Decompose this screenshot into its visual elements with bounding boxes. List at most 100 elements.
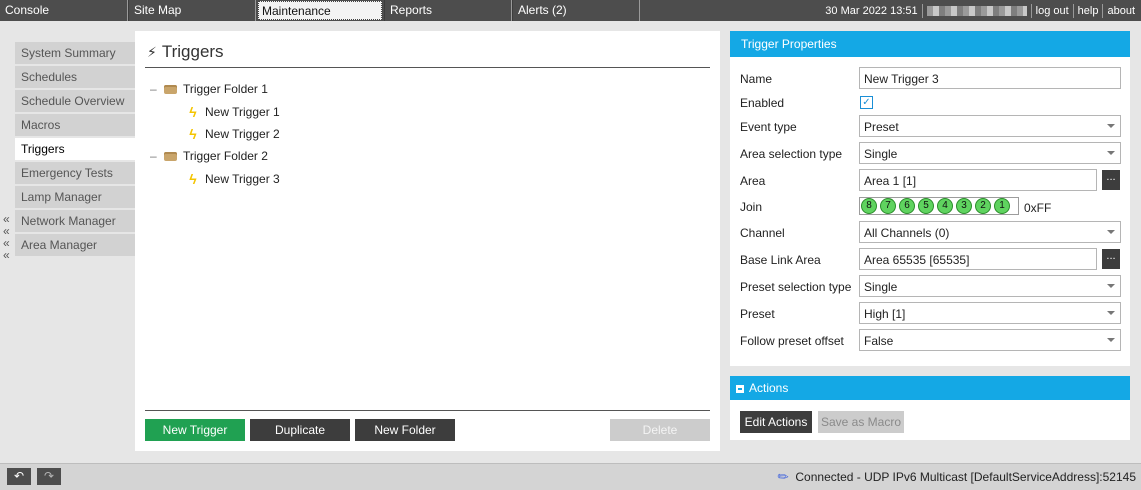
lightning-icon: ⚡︎ [147, 44, 157, 60]
chevron-down-icon [1107, 338, 1115, 342]
tree-trigger-item[interactable]: ϟ New Trigger 3 [187, 171, 279, 187]
actions-header[interactable]: Actions [730, 376, 1130, 400]
join-bit-toggle[interactable]: 2 [975, 198, 991, 214]
connection-status: ✎ Connected - UDP IPv6 Multicast [Defaul… [775, 467, 1136, 486]
chevron-down-icon [1107, 230, 1115, 234]
sidebar-item-triggers[interactable]: Triggers [15, 138, 135, 160]
tree-trigger-item[interactable]: ϟ New Trigger 1 [187, 104, 280, 120]
sidebar-item-network-manager[interactable]: Network Manager [15, 210, 135, 232]
sidebar-item-lamp-manager[interactable]: Lamp Manager [15, 186, 135, 208]
base-link-area-browse-button[interactable]: ... [1102, 249, 1120, 269]
datetime-display: 30 Mar 2022 13:51 [825, 4, 918, 17]
logout-link[interactable]: log out [1036, 5, 1069, 17]
trigger-label: New Trigger 2 [205, 127, 280, 141]
collapse-toggle-icon[interactable]: – [150, 82, 164, 96]
lightning-icon: ϟ [189, 126, 197, 142]
preset-select[interactable]: High [1] [859, 302, 1121, 324]
area-selection-type-value: Single [864, 147, 898, 161]
tree-folder[interactable]: – Trigger Folder 2 [150, 149, 268, 163]
join-bitmask: 8 7 6 5 4 3 2 1 [859, 197, 1019, 215]
enabled-label: Enabled [740, 96, 785, 110]
separator [1030, 3, 1032, 18]
tree-folder[interactable]: – Trigger Folder 1 [150, 82, 268, 96]
base-link-area-label: Base Link Area [740, 253, 821, 267]
tab-site-map[interactable]: Site Map [128, 0, 256, 21]
join-bit-toggle[interactable]: 6 [899, 198, 915, 214]
undo-button[interactable]: ↶ [7, 468, 31, 485]
separator [1102, 3, 1104, 18]
edit-actions-button[interactable]: Edit Actions [740, 411, 812, 433]
join-bit-toggle[interactable]: 8 [861, 198, 877, 214]
sidebar-item-emergency-tests[interactable]: Emergency Tests [15, 162, 135, 184]
follow-preset-offset-label: Follow preset offset [740, 334, 844, 348]
chevron-down-icon [1107, 124, 1115, 128]
chevron-down-icon [1107, 151, 1115, 155]
separator [921, 3, 923, 18]
page-title: ⚡︎ Triggers [147, 42, 224, 62]
top-right-menu: 30 Mar 2022 13:51 log out help about [825, 0, 1141, 21]
area-browse-button[interactable]: ... [1102, 170, 1120, 190]
panel-header: Trigger Properties [730, 31, 1130, 57]
divider [145, 410, 710, 411]
folder-icon [164, 84, 177, 94]
enabled-checkbox[interactable]: ✓ [860, 96, 873, 109]
join-bit-toggle[interactable]: 3 [956, 198, 972, 214]
event-type-select[interactable]: Preset [859, 115, 1121, 137]
area-field[interactable]: Area 1 [1] [859, 169, 1097, 191]
join-label: Join [740, 200, 763, 214]
about-link[interactable]: about [1107, 5, 1135, 17]
preset-selection-type-value: Single [864, 280, 898, 294]
folder-label: Trigger Folder 1 [183, 82, 268, 96]
tab-alerts[interactable]: Alerts (2) [512, 0, 640, 21]
sidebar-item-schedule-overview[interactable]: Schedule Overview [15, 90, 135, 112]
join-bit-toggle[interactable]: 5 [918, 198, 934, 214]
duplicate-button[interactable]: Duplicate [250, 419, 350, 441]
triggers-panel: ⚡︎ Triggers – Trigger Folder 1 ϟ New Trig… [135, 31, 720, 451]
divider [145, 67, 710, 68]
name-field[interactable]: New Trigger 3 [859, 67, 1121, 89]
base-link-area-field[interactable]: Area 65535 [65535] [859, 248, 1097, 270]
join-bit-toggle[interactable]: 4 [937, 198, 953, 214]
collapse-toggle-icon[interactable]: – [150, 149, 164, 163]
collapse-icon [736, 385, 744, 393]
collapse-sidebar-icon[interactable]: « « « « [3, 213, 13, 261]
status-bar: ↶ ↷ ✎ Connected - UDP IPv6 Multicast [De… [0, 463, 1141, 490]
new-trigger-button[interactable]: New Trigger [145, 419, 245, 441]
connection-status-text: Connected - UDP IPv6 Multicast [DefaultS… [795, 470, 1136, 484]
actions-panel: Actions Edit Actions Save as Macro [730, 376, 1130, 440]
page-title-text: Triggers [161, 42, 224, 61]
name-label: Name [740, 72, 773, 86]
tab-console[interactable]: Console [0, 0, 128, 21]
join-bit-toggle[interactable]: 7 [880, 198, 896, 214]
help-link[interactable]: help [1078, 5, 1099, 17]
sidebar-item-area-manager[interactable]: Area Manager [15, 234, 135, 256]
sidebar-item-schedules[interactable]: Schedules [15, 66, 135, 88]
username-redacted [926, 5, 1027, 16]
join-bit-toggle[interactable]: 1 [994, 198, 1010, 214]
event-type-label: Event type [740, 120, 797, 134]
lightning-icon: ϟ [189, 104, 197, 120]
new-folder-button[interactable]: New Folder [355, 419, 455, 441]
area-selection-type-select[interactable]: Single [859, 142, 1121, 164]
chevron-down-icon [1107, 284, 1115, 288]
tab-maintenance[interactable]: Maintenance [258, 1, 382, 20]
tree-trigger-item[interactable]: ϟ New Trigger 2 [187, 126, 280, 142]
preset-value: High [1] [864, 307, 906, 321]
channel-select[interactable]: All Channels (0) [859, 221, 1121, 243]
sidebar-item-system-summary[interactable]: System Summary [15, 42, 135, 64]
join-hex-value: 0xFF [1024, 201, 1052, 215]
lightning-icon: ϟ [189, 171, 197, 187]
follow-preset-offset-select[interactable]: False [859, 329, 1121, 351]
double-chevron-left-icon: « [3, 248, 10, 262]
chevron-down-icon [1107, 311, 1115, 315]
folder-label: Trigger Folder 2 [183, 149, 268, 163]
sidebar-item-macros[interactable]: Macros [15, 114, 135, 136]
delete-button: Delete [610, 419, 710, 441]
event-type-value: Preset [864, 120, 899, 134]
arrow-forward-icon: ↷ [43, 469, 55, 483]
preset-selection-type-select[interactable]: Single [859, 275, 1121, 297]
trigger-label: New Trigger 1 [205, 105, 280, 119]
preset-selection-type-label: Preset selection type [740, 280, 852, 294]
trigger-properties-panel: Trigger Properties Name New Trigger 3 En… [730, 31, 1130, 366]
tab-reports[interactable]: Reports [384, 0, 512, 21]
